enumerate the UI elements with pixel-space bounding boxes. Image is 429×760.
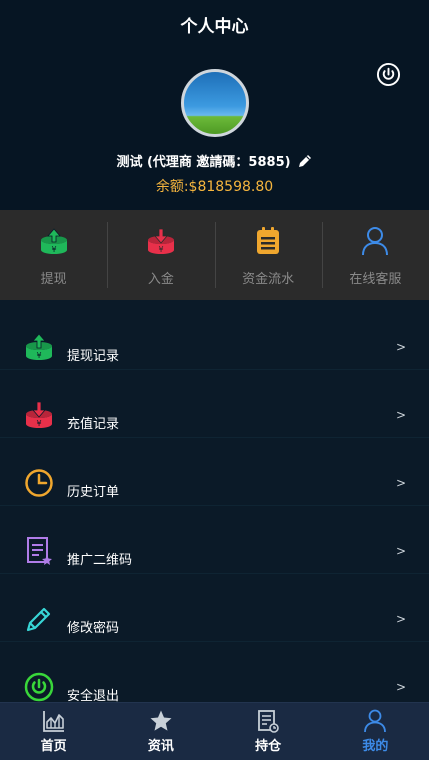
menu-list: ¥ 提现记录 > ¥ 充值记录 > 历史订单 > 推广二维码 > 修改密码 > …	[0, 302, 429, 710]
username-text: 测试 (代理商 邀請碼：5885)	[116, 155, 291, 170]
pencil-icon	[26, 607, 51, 632]
quick-label: 在线客服	[349, 272, 402, 287]
edit-pencil-icon[interactable]	[297, 153, 313, 169]
chart-icon	[42, 711, 64, 732]
balance-text: 余额:$818598.80	[155, 179, 274, 195]
tab-label: 持仓	[255, 739, 282, 754]
quick-withdraw[interactable]: ¥ 提现	[0, 210, 107, 300]
tab-label: 首页	[40, 739, 67, 754]
customer-service-icon	[362, 227, 389, 256]
profile-header: 个人中心 测试 (代理商 邀請碼：5885) 余额:$818598.80	[0, 0, 429, 210]
quick-actions-bar: ¥ 提现 ¥ 入金 资金流水 在线客服	[0, 210, 429, 300]
recharge-record-icon: ¥	[26, 401, 52, 428]
menu-label: 提现记录	[67, 349, 120, 364]
fund-flow-icon	[257, 227, 280, 254]
tab-mine[interactable]: 我的	[322, 703, 429, 760]
menu-item-change-password[interactable]: 修改密码 >	[0, 574, 429, 642]
menu-label: 推广二维码	[67, 553, 133, 568]
document-star-icon	[27, 537, 52, 565]
quick-deposit[interactable]: ¥ 入金	[107, 210, 214, 300]
bottom-tab-bar: 首页 资讯 持仓 我的	[0, 702, 429, 760]
chevron-right-icon: >	[396, 612, 407, 626]
svg-text:¥: ¥	[51, 245, 56, 254]
tab-label: 资讯	[147, 739, 174, 754]
chevron-right-icon: >	[396, 680, 407, 694]
quick-label: 提现	[40, 272, 67, 287]
svg-text:¥: ¥	[158, 245, 163, 254]
tab-positions[interactable]: 持仓	[215, 703, 322, 760]
quick-label: 入金	[147, 272, 174, 287]
star-icon	[150, 710, 172, 731]
menu-label: 历史订单	[67, 485, 120, 500]
menu-item-withdraw-record[interactable]: ¥ 提现记录 >	[0, 302, 429, 370]
page-title: 个人中心	[180, 17, 249, 37]
menu-item-order-history[interactable]: 历史订单 >	[0, 438, 429, 506]
deposit-icon: ¥	[147, 228, 174, 254]
user-info: 测试 (代理商 邀請碼：5885)	[0, 151, 429, 170]
withdraw-icon: ¥	[40, 228, 67, 254]
ledger-icon	[258, 710, 279, 733]
power-icon	[24, 672, 54, 702]
user-icon	[364, 709, 387, 733]
clock-icon	[25, 469, 53, 497]
chevron-right-icon: >	[396, 408, 407, 422]
chevron-right-icon: >	[396, 544, 407, 558]
chevron-right-icon: >	[396, 340, 407, 354]
power-icon[interactable]	[376, 62, 401, 87]
avatar[interactable]	[181, 69, 249, 137]
menu-item-recharge-record[interactable]: ¥ 充值记录 >	[0, 370, 429, 438]
tab-label: 我的	[362, 739, 389, 754]
quick-label: 资金流水	[242, 272, 295, 287]
menu-item-logout[interactable]: 安全退出 >	[0, 642, 429, 710]
withdraw-record-icon: ¥	[26, 333, 52, 360]
menu-label: 充值记录	[67, 417, 120, 432]
tab-news[interactable]: 资讯	[107, 703, 214, 760]
menu-label: 修改密码	[67, 621, 120, 636]
svg-text:¥: ¥	[36, 419, 41, 428]
svg-text:¥: ¥	[36, 351, 41, 360]
quick-fund-flow[interactable]: 资金流水	[214, 210, 322, 300]
quick-customer-service[interactable]: 在线客服	[321, 210, 429, 300]
tab-home[interactable]: 首页	[0, 703, 107, 760]
menu-item-promo-qrcode[interactable]: 推广二维码 >	[0, 506, 429, 574]
chevron-right-icon: >	[396, 476, 407, 490]
